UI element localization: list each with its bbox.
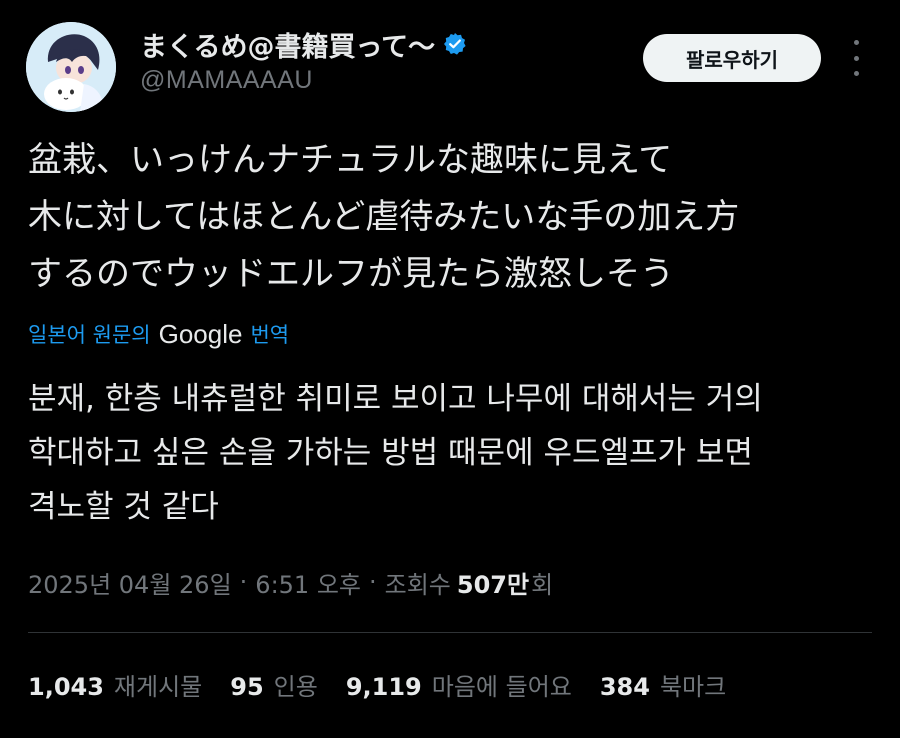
stat-label: 북마크 xyxy=(659,672,727,701)
google-logo-text: Google xyxy=(158,318,243,349)
stat-label: 재게시물 xyxy=(113,672,203,701)
meta-separator: · xyxy=(368,568,377,596)
stat-quotes[interactable]: 95 인용 xyxy=(230,667,318,702)
more-dot xyxy=(853,71,859,76)
more-dot xyxy=(853,40,859,45)
stat-reposts[interactable]: 1,043 재게시물 xyxy=(28,667,202,702)
views-count[interactable]: 507만 xyxy=(457,565,529,600)
avatar-illustration xyxy=(26,22,116,112)
stat-likes[interactable]: 9,119 마음에 들어요 xyxy=(346,667,572,702)
meta-separator: · xyxy=(239,568,248,596)
avatar[interactable] xyxy=(26,22,116,112)
translated-line: 분재, 한층 내츄럴한 취미로 보이고 나무에 대해서는 거의 xyxy=(28,381,763,417)
stat-label: 인용 xyxy=(273,672,318,701)
tweet-line: するのでウッドエルフが見たら激怒しそう xyxy=(28,254,674,294)
tweet-date[interactable]: 2025년 04월 26일 xyxy=(28,565,232,600)
follow-button[interactable]: 팔로우하기 xyxy=(643,34,821,82)
views-suffix: 회 xyxy=(531,570,554,599)
translation-attribution[interactable]: 일본어 원문의 Google 번역 xyxy=(28,314,289,354)
tweet-text: 盆栽、いっけんナチュラルな趣味に見えて 木に対してはほとんど虐待みたいな手の加え… xyxy=(28,132,878,303)
verified-badge-icon xyxy=(443,32,467,56)
views-label: 조회수 xyxy=(384,570,451,599)
translated-text: 분재, 한층 내츄럴한 취미로 보이고 나무에 대해서는 거의 학대하고 싶은 … xyxy=(28,372,888,534)
author-name-row[interactable]: まくるめ@書籍買って〜 xyxy=(140,25,467,64)
stat-count: 9,119 xyxy=(345,672,422,701)
stat-count: 384 xyxy=(599,672,650,701)
stat-count: 1,043 xyxy=(28,672,104,701)
translated-line: 격노할 것 같다 xyxy=(28,489,219,525)
stat-bookmarks[interactable]: 384 북마크 xyxy=(600,667,726,702)
translation-suffix[interactable]: 번역 xyxy=(250,319,289,349)
translation-prefix[interactable]: 일본어 원문의 xyxy=(28,319,151,349)
stat-label: 마음에 들어요 xyxy=(431,672,572,701)
more-dot xyxy=(853,55,859,61)
tweet-meta: 2025년 04월 26일 · 6:51 오후 · 조회수 507만 회 xyxy=(28,562,553,602)
tweet-time[interactable]: 6:51 오후 xyxy=(255,565,361,600)
tweet-line: 盆栽、いっけんナチュラルな趣味に見えて xyxy=(28,140,673,180)
stat-count: 95 xyxy=(230,672,264,701)
engagement-stats: 1,043 재게시물 95 인용 9,119 마음에 들어요 384 북마크 xyxy=(28,664,754,704)
more-vertical-icon[interactable] xyxy=(848,40,864,76)
tweet-line: 木に対してはほとんど虐待みたいな手の加え方 xyxy=(28,197,740,237)
display-name[interactable]: まくるめ@書籍買って〜 xyxy=(140,25,435,64)
divider xyxy=(28,632,872,633)
translated-line: 학대하고 싶은 손을 가하는 방법 때문에 우드엘프가 보면 xyxy=(28,435,753,471)
author-handle[interactable]: @MAMAAAAU xyxy=(140,66,313,95)
